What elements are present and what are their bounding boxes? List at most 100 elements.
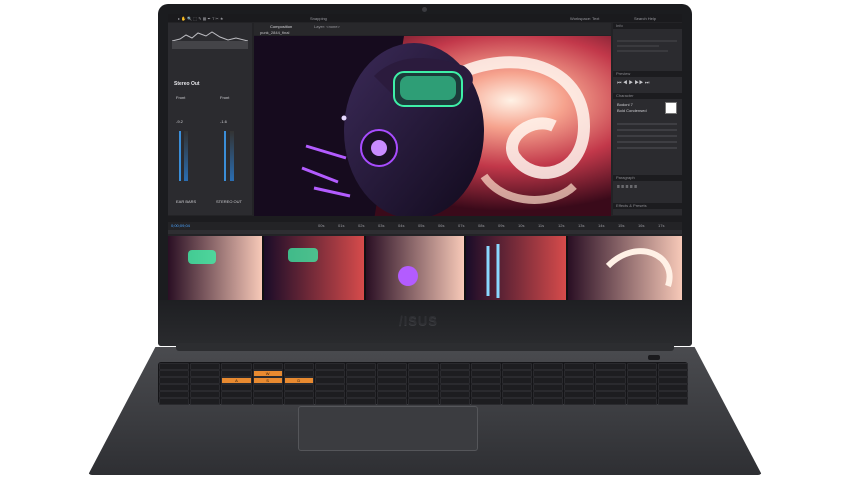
keyboard-key[interactable] [533,376,564,384]
keyboard-key[interactable] [283,362,314,370]
keyboard-key[interactable] [439,362,470,370]
keyboard-key[interactable] [377,369,408,377]
keyboard-key[interactable] [159,369,190,377]
search-help[interactable]: Search Help [634,16,656,21]
keyboard-key[interactable] [470,376,501,384]
keyboard-key[interactable] [221,390,252,398]
keyboard-key[interactable] [533,390,564,398]
keyboard-key[interactable] [190,383,221,391]
paragraph-align-controls[interactable]: ≡ ≡ ≡ ≡ ≡ [617,184,637,190]
keyboard-key[interactable] [533,397,564,405]
keyboard-key[interactable] [221,397,252,405]
keyboard-key[interactable] [221,362,252,370]
keyboard-key[interactable] [252,397,283,405]
keyboard-key[interactable] [408,369,439,377]
keyboard-key[interactable] [501,383,533,391]
keyboard-key[interactable]: D [283,376,314,384]
keyboard-key[interactable] [533,362,564,370]
touchpad[interactable] [298,406,478,451]
keyboard-key[interactable] [626,397,657,405]
keyboard-key[interactable] [564,369,595,377]
layer-tab[interactable]: Layer: <none> [314,24,340,29]
keyboard-key[interactable] [346,376,377,384]
keyboard-key[interactable] [283,383,314,391]
keyboard-key[interactable] [501,390,533,398]
composition-viewer[interactable] [254,36,611,220]
keyboard-key[interactable] [314,383,346,391]
right-fader-track[interactable] [224,131,226,181]
keyboard-key[interactable] [533,383,564,391]
keyboard-key[interactable] [439,383,470,391]
font-name[interactable]: Bodoni 7 [617,102,633,107]
keyboard-key[interactable] [470,397,501,405]
keyboard-key[interactable] [657,390,688,398]
keyboard-key[interactable] [626,383,657,391]
keyboard-key[interactable]: W [252,369,283,377]
keyboard-key[interactable] [314,397,346,405]
keyboard-key[interactable] [626,376,657,384]
fill-color-swatch[interactable] [665,102,677,114]
composition-tab[interactable]: Composition [270,24,292,29]
keyboard-key[interactable] [283,390,314,398]
keyboard-key[interactable] [564,376,595,384]
keyboard-key[interactable] [439,397,470,405]
keyboard-key[interactable] [626,362,657,370]
keyboard-key[interactable] [564,390,595,398]
keyboard-key[interactable] [470,369,501,377]
keyboard-key[interactable] [377,362,408,370]
keyboard-key[interactable] [501,397,533,405]
keyboard-key[interactable] [439,376,470,384]
keyboard-key[interactable] [252,383,283,391]
keyboard-key[interactable] [595,362,626,370]
keyboard-key[interactable] [626,390,657,398]
keyboard-key[interactable] [346,362,377,370]
keyboard-key[interactable] [314,376,346,384]
keyboard-key[interactable] [657,362,688,370]
keyboard-key[interactable] [221,369,252,377]
layer-row[interactable] [168,230,682,234]
keyboard-key[interactable]: A [221,376,252,384]
keyboard-key[interactable] [501,369,533,377]
workspace-value[interactable]: Text [592,16,599,21]
keyboard-key[interactable] [252,390,283,398]
keyboard-key[interactable]: S [252,376,283,384]
keyboard-key[interactable] [657,369,688,377]
keyboard-key[interactable] [657,383,688,391]
keyboard-key[interactable] [252,362,283,370]
keyboard-key[interactable] [595,383,626,391]
keyboard-key[interactable] [159,383,190,391]
keyboard-key[interactable] [408,383,439,391]
keyboard-key[interactable] [501,362,533,370]
preview-controls[interactable]: ⏮ ◀ ▶ ▶▶ ⏭ [617,80,649,86]
keyboard-key[interactable] [159,397,190,405]
keyboard-key[interactable] [159,390,190,398]
keyboard-key[interactable] [346,369,377,377]
keyboard-key[interactable] [283,369,314,377]
keyboard-key[interactable] [314,362,346,370]
timeline-timecode[interactable]: 0;00;09;04 [171,223,190,228]
keyboard-key[interactable] [470,390,501,398]
keyboard-key[interactable] [657,376,688,384]
keyboard-key[interactable] [470,383,501,391]
keyboard-key[interactable] [221,383,252,391]
keyboard-key[interactable] [595,397,626,405]
keyboard-key[interactable] [190,390,221,398]
keyboard-key[interactable] [159,362,190,370]
comp-name[interactable]: punk_2844_final [260,30,289,35]
power-button[interactable] [648,355,660,360]
left-fader-track[interactable] [179,131,181,181]
keyboard-key[interactable] [377,376,408,384]
keyboard-key[interactable] [190,376,221,384]
keyboard-key[interactable] [470,362,501,370]
keyboard-key[interactable] [564,362,595,370]
keyboard-key[interactable] [346,397,377,405]
character-settings[interactable] [617,119,677,171]
keyboard-key[interactable] [283,397,314,405]
time-ruler[interactable]: 00s 01s 02s 03s 04s 05s 06s 07s 08s 09s 10s 11s 12s 1… [318,223,678,229]
keyboard-key[interactable] [408,376,439,384]
keyboard-key[interactable] [314,390,346,398]
keyboard-key[interactable] [377,383,408,391]
keyboard-key[interactable] [346,383,377,391]
keyboard-key[interactable] [595,376,626,384]
keyboard-key[interactable] [314,369,346,377]
